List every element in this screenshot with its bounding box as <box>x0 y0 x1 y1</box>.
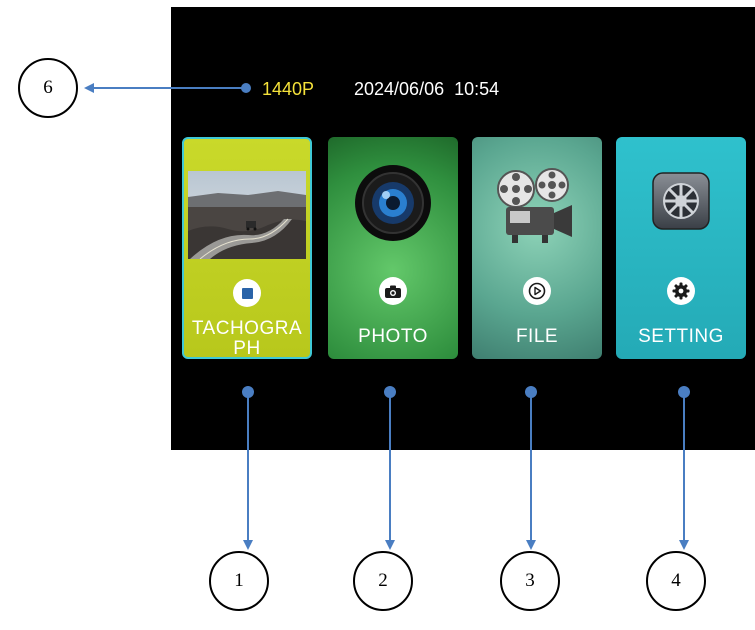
callout-2-number: 2 <box>378 570 388 591</box>
callout-arrows <box>84 83 690 550</box>
dot-6 <box>241 83 251 93</box>
callout-6-number: 6 <box>43 77 53 98</box>
dot-4 <box>678 386 690 398</box>
callout-4: 4 <box>646 551 706 611</box>
callout-3: 3 <box>500 551 560 611</box>
callout-2: 2 <box>353 551 413 611</box>
dot-3 <box>525 386 537 398</box>
callout-3-number: 3 <box>525 570 535 591</box>
callout-4-number: 4 <box>671 570 681 591</box>
callout-1: 1 <box>209 551 269 611</box>
callout-1-number: 1 <box>234 570 244 591</box>
dot-1 <box>242 386 254 398</box>
dot-2 <box>384 386 396 398</box>
callout-6: 6 <box>18 58 78 118</box>
